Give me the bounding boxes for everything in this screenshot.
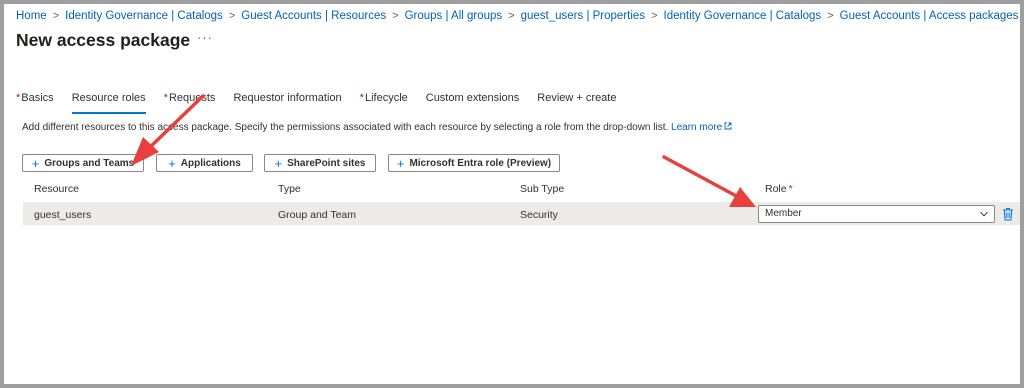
external-link-icon <box>724 122 732 130</box>
plus-icon: + <box>31 155 40 171</box>
column-header-role: Role * <box>765 183 793 195</box>
required-marker: * <box>788 183 793 195</box>
learn-more-link[interactable]: Learn more <box>671 122 722 133</box>
tab-label: Basics <box>21 92 54 104</box>
tab-requests[interactable]: *Requests <box>164 92 216 114</box>
role-header-label: Role <box>765 183 787 195</box>
add-groups-and-teams-button[interactable]: + Groups and Teams <box>22 154 144 172</box>
column-header-subtype: Sub Type <box>520 183 565 195</box>
plus-icon: + <box>274 155 283 171</box>
breadcrumb-guest-accounts-access-packages[interactable]: Guest Accounts | Access packages <box>840 10 1019 22</box>
tab-label: Requests <box>168 92 216 104</box>
breadcrumb: Home > Identity Governance | Catalogs > Gues… <box>16 10 1024 22</box>
page-title: New access package <box>16 30 191 50</box>
add-sharepoint-sites-button[interactable]: + SharePoint sites <box>264 154 376 172</box>
button-label: Groups and Teams <box>44 157 135 169</box>
required-marker: * <box>163 92 168 104</box>
role-dropdown-value: Member <box>765 208 802 219</box>
chevron-down-icon <box>980 211 988 217</box>
tab-custom-extensions[interactable]: Custom extensions <box>426 92 520 114</box>
breadcrumb-separator: > <box>52 10 60 22</box>
breadcrumb-separator: > <box>228 10 236 22</box>
column-header-type: Type <box>278 183 301 195</box>
breadcrumb-identity-governance-catalogs[interactable]: Identity Governance | Catalogs <box>65 10 223 22</box>
breadcrumb-separator: > <box>827 10 834 22</box>
breadcrumb-separator: > <box>508 10 515 22</box>
breadcrumb-separator: > <box>392 10 399 22</box>
breadcrumb-guest-users-properties[interactable]: guest_users | Properties <box>521 10 645 22</box>
wizard-tabs: *Basics Resource roles *Requests Request… <box>16 92 634 114</box>
breadcrumb-separator: > <box>651 10 658 22</box>
plus-icon: + <box>168 155 176 171</box>
tab-label: Resource roles <box>71 92 146 104</box>
breadcrumb-guest-accounts-resources[interactable]: Guest Accounts | Resources <box>241 10 386 22</box>
tab-basics[interactable]: *Basics <box>16 92 54 114</box>
column-header-resource: Resource <box>34 183 79 195</box>
cell-type: Group and Team <box>278 209 357 221</box>
description: Add different resources to this access p… <box>22 122 732 133</box>
description-text: Add different resources to this access p… <box>22 122 669 133</box>
button-label: SharePoint sites <box>287 157 366 169</box>
button-label: Applications <box>180 157 241 169</box>
plus-icon: + <box>396 155 405 171</box>
tab-review-create[interactable]: Review + create <box>537 92 616 114</box>
button-label: Microsoft Entra role (Preview) <box>409 157 552 169</box>
role-dropdown[interactable]: Member <box>758 205 995 223</box>
cell-resource: guest_users <box>34 209 92 221</box>
required-marker: * <box>359 92 364 104</box>
cell-subtype: Security <box>520 209 558 221</box>
tab-label: Requestor information <box>233 92 342 104</box>
breadcrumb-home[interactable]: Home <box>16 10 47 22</box>
add-entra-role-button[interactable]: + Microsoft Entra role (Preview) <box>388 154 560 172</box>
screenshot-frame <box>0 0 1024 388</box>
tab-label: Custom extensions <box>425 92 520 104</box>
tab-resource-roles[interactable]: Resource roles <box>71 92 146 114</box>
tab-requestor-information[interactable]: Requestor information <box>233 92 341 114</box>
trash-icon[interactable] <box>1002 207 1014 221</box>
tab-label: Review + create <box>537 92 617 104</box>
add-applications-button[interactable]: + Applications <box>156 154 253 172</box>
tab-label: Lifecycle <box>364 92 408 104</box>
more-icon[interactable]: ··· <box>197 30 213 45</box>
breadcrumb-identity-governance-catalogs-2[interactable]: Identity Governance | Catalogs <box>664 10 822 22</box>
required-marker: * <box>16 92 21 104</box>
tab-lifecycle[interactable]: *Lifecycle <box>360 92 408 114</box>
breadcrumb-groups-all-groups[interactable]: Groups | All groups <box>405 10 503 22</box>
